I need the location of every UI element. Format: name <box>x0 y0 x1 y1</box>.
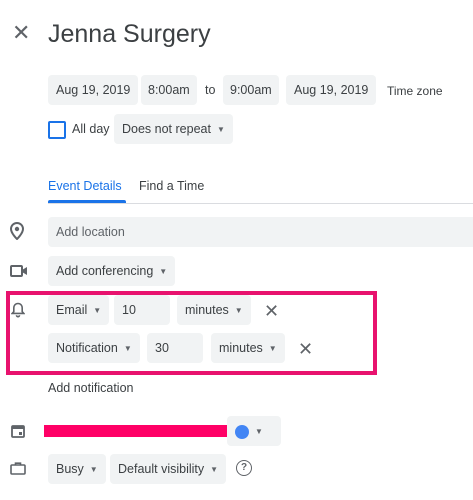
calendar-color-dot <box>235 424 249 439</box>
tab-find-a-time-label: Find a Time <box>139 179 205 193</box>
tab-event-details[interactable]: Event Details <box>48 179 122 193</box>
notification-unit-value: minutes <box>185 303 229 317</box>
event-title[interactable]: Jenna Surgery <box>48 20 211 49</box>
calendar-name-redaction <box>44 425 231 437</box>
chevron-down-icon: ▼ <box>255 426 263 436</box>
visibility-value: Default visibility <box>118 462 205 476</box>
chevron-down-icon: ▼ <box>216 124 225 134</box>
tabs-divider <box>48 203 473 204</box>
add-conferencing-label: Add conferencing <box>56 264 154 278</box>
close-icon[interactable]: ✕ <box>12 22 30 44</box>
notification-unit-dropdown[interactable]: minutes ▼ <box>177 295 251 325</box>
time-zone-link[interactable]: Time zone <box>387 84 443 98</box>
remove-notification-icon[interactable]: ✕ <box>298 340 313 358</box>
add-notification-label: Add notification <box>48 381 134 395</box>
help-icon[interactable]: ? <box>236 460 252 476</box>
add-notification-link[interactable]: Add notification <box>48 381 133 395</box>
notification-amount-input[interactable]: 10 <box>114 295 170 325</box>
busy-dropdown[interactable]: Busy ▼ <box>48 454 106 484</box>
calendar-icon <box>11 424 25 443</box>
visibility-dropdown[interactable]: Default visibility ▼ <box>110 454 227 484</box>
all-day-checkbox[interactable] <box>48 121 66 139</box>
busy-value: Busy <box>56 462 84 476</box>
notification-unit-dropdown[interactable]: minutes ▼ <box>211 333 285 363</box>
notification-amount-input[interactable]: 30 <box>147 333 203 363</box>
end-time-button[interactable]: 9:00am <box>223 75 279 105</box>
notification-unit-value: minutes <box>219 341 263 355</box>
calendar-color-dropdown[interactable]: ▼ <box>227 416 281 446</box>
chevron-down-icon: ▼ <box>123 343 132 353</box>
repeat-value: Does not repeat <box>122 122 211 136</box>
chevron-down-icon: ▼ <box>93 305 102 315</box>
notification-type-value: Email <box>56 303 88 317</box>
location-pin-icon <box>9 221 25 245</box>
notification-amount-value: 10 <box>122 303 136 317</box>
location-placeholder: Add location <box>56 225 125 239</box>
tab-find-a-time[interactable]: Find a Time <box>139 179 204 193</box>
notification-type-dropdown[interactable]: Notification ▼ <box>48 333 140 363</box>
end-time-label: 9:00am <box>230 83 272 97</box>
notification-type-dropdown[interactable]: Email ▼ <box>48 295 110 325</box>
remove-notification-icon[interactable]: ✕ <box>264 302 279 320</box>
chevron-down-icon: ▼ <box>159 266 168 276</box>
chevron-down-icon: ▼ <box>89 464 98 474</box>
start-date-button[interactable]: Aug 19, 2019 <box>48 75 139 105</box>
start-time-button[interactable]: 8:00am <box>141 75 197 105</box>
bell-icon <box>10 302 26 323</box>
chevron-down-icon: ▼ <box>268 343 277 353</box>
location-input[interactable]: Add location <box>48 217 473 247</box>
start-time-label: 8:00am <box>148 83 190 97</box>
repeat-dropdown[interactable]: Does not repeat ▼ <box>114 114 233 144</box>
add-conferencing-button[interactable]: Add conferencing ▼ <box>48 256 176 286</box>
tab-event-details-label: Event Details <box>48 179 122 193</box>
start-date-label: Aug 19, 2019 <box>56 83 131 97</box>
briefcase-icon <box>10 461 26 480</box>
chevron-down-icon: ▼ <box>234 305 243 315</box>
to-label: to <box>205 83 216 97</box>
notification-type-value: Notification <box>56 341 118 355</box>
end-date-button[interactable]: Aug 19, 2019 <box>286 75 377 105</box>
end-date-label: Aug 19, 2019 <box>294 83 369 97</box>
all-day-label: All day <box>72 122 110 136</box>
video-camera-icon <box>10 264 28 283</box>
chevron-down-icon: ▼ <box>210 464 219 474</box>
notification-amount-value: 30 <box>155 341 169 355</box>
